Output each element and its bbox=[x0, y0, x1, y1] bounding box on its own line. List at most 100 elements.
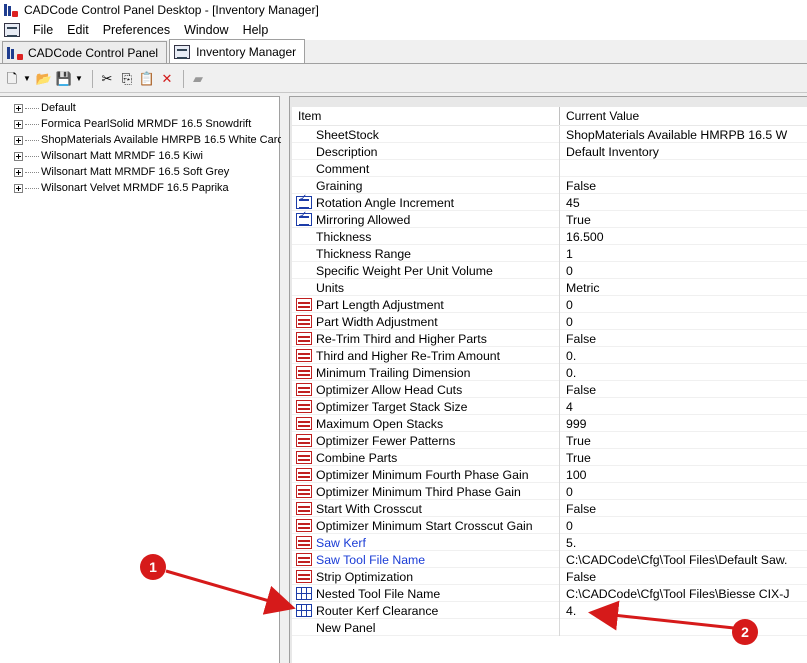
grid-item-cell[interactable]: Minimum Trailing Dimension bbox=[292, 364, 560, 381]
grid-row[interactable]: Saw Tool File Name C:\CADCode\Cfg\Tool Fi… bbox=[292, 551, 807, 568]
grid-row[interactable]: Thickness 16.500 bbox=[292, 228, 807, 245]
grid-value-cell[interactable]: 0 bbox=[560, 296, 807, 313]
grid-value-cell[interactable]: True bbox=[560, 432, 807, 449]
grid-item-cell[interactable]: Start With Crosscut bbox=[292, 500, 560, 517]
delete-icon[interactable]: ✕ bbox=[158, 70, 176, 88]
grid-item-cell[interactable]: Nested Tool File Name bbox=[292, 585, 560, 602]
grid-value-cell[interactable] bbox=[560, 619, 807, 636]
grid-item-cell[interactable]: Optimizer Minimum Third Phase Gain bbox=[292, 483, 560, 500]
grid-value-cell[interactable]: 100 bbox=[560, 466, 807, 483]
grid-value-cell[interactable]: False bbox=[560, 330, 807, 347]
tree-item[interactable]: Wilsonart Matt MRMDF 16.5 Kiwi bbox=[14, 148, 203, 164]
tab-inventory-manager[interactable]: Inventory Manager bbox=[169, 39, 306, 63]
grid-item-cell[interactable]: Optimizer Minimum Fourth Phase Gain bbox=[292, 466, 560, 483]
grid-row[interactable]: Saw Kerf 5. bbox=[292, 534, 807, 551]
menu-help[interactable]: Help bbox=[236, 23, 276, 37]
expand-icon[interactable] bbox=[14, 103, 23, 113]
expand-icon[interactable] bbox=[14, 167, 23, 177]
grid-row[interactable]: Router Kerf Clearance 4. bbox=[292, 602, 807, 619]
grid-value-cell[interactable]: 0 bbox=[560, 483, 807, 500]
grid-item-cell[interactable]: Comment bbox=[292, 160, 560, 177]
grid-row[interactable]: Mirroring Allowed True bbox=[292, 211, 807, 228]
grid-row[interactable]: Units Metric bbox=[292, 279, 807, 296]
grid-value-cell[interactable]: 4 bbox=[560, 398, 807, 415]
grid-value-cell[interactable]: 45 bbox=[560, 194, 807, 211]
grid-row[interactable]: Nested Tool File Name C:\CADCode\Cfg\Tool… bbox=[292, 585, 807, 602]
grid-row[interactable]: Part Length Adjustment 0 bbox=[292, 296, 807, 313]
grid-row[interactable]: Optimizer Minimum Third Phase Gain 0 bbox=[292, 483, 807, 500]
expand-icon[interactable] bbox=[14, 119, 23, 129]
grid-item-cell[interactable]: Description bbox=[292, 143, 560, 160]
properties-icon[interactable]: ▰ bbox=[189, 70, 207, 88]
grid-value-cell[interactable]: 0 bbox=[560, 313, 807, 330]
system-menu-icon[interactable] bbox=[4, 23, 20, 37]
grid-value-cell[interactable]: 4. bbox=[560, 602, 807, 619]
grid-row[interactable]: Optimizer Target Stack Size 4 bbox=[292, 398, 807, 415]
grid-value-cell[interactable]: Default Inventory bbox=[560, 143, 807, 160]
grid-row[interactable]: Optimizer Minimum Fourth Phase Gain 100 bbox=[292, 466, 807, 483]
menu-window[interactable]: Window bbox=[177, 23, 235, 37]
save-icon[interactable]: 💾 bbox=[55, 70, 73, 88]
grid-value-cell[interactable]: 0 bbox=[560, 517, 807, 534]
grid-value-cell[interactable]: 16.500 bbox=[560, 228, 807, 245]
grid-item-cell[interactable]: Saw Tool File Name bbox=[292, 551, 560, 568]
tree-item[interactable]: Formica PearlSolid MRMDF 16.5 Snowdrift bbox=[14, 116, 251, 132]
grid-row[interactable]: Comment bbox=[292, 160, 807, 177]
new-dropdown-arrow[interactable]: ▼ bbox=[23, 74, 31, 83]
grid-value-cell[interactable]: 5. bbox=[560, 534, 807, 551]
grid-item-cell[interactable]: Optimizer Target Stack Size bbox=[292, 398, 560, 415]
grid-row[interactable]: Combine Parts True bbox=[292, 449, 807, 466]
grid-value-cell[interactable]: 0 bbox=[560, 262, 807, 279]
grid-value-cell[interactable]: ShopMaterials Available HMRPB 16.5 W bbox=[560, 126, 807, 143]
grid-item-cell[interactable]: Strip Optimization bbox=[292, 568, 560, 585]
tree-item[interactable]: ShopMaterials Available HMRPB 16.5 White… bbox=[14, 132, 283, 148]
grid-item-cell[interactable]: Mirroring Allowed bbox=[292, 211, 560, 228]
expand-icon[interactable] bbox=[14, 135, 23, 145]
grid-row[interactable]: Start With Crosscut False bbox=[292, 500, 807, 517]
grid-item-cell[interactable]: Maximum Open Stacks bbox=[292, 415, 560, 432]
grid-value-cell[interactable]: 0. bbox=[560, 364, 807, 381]
grid-item-cell[interactable]: Part Length Adjustment bbox=[292, 296, 560, 313]
column-header-current-value[interactable]: Current Value bbox=[560, 107, 807, 125]
grid-value-cell[interactable]: C:\CADCode\Cfg\Tool Files\Biesse CIX-J bbox=[560, 585, 807, 602]
save-dropdown-arrow[interactable]: ▼ bbox=[75, 74, 83, 83]
tab-cadcode-control-panel[interactable]: CADCode Control Panel bbox=[2, 41, 168, 63]
grid-row[interactable]: Part Width Adjustment 0 bbox=[292, 313, 807, 330]
grid-value-cell[interactable]: False bbox=[560, 500, 807, 517]
grid-value-cell[interactable]: True bbox=[560, 211, 807, 228]
grid-item-cell[interactable]: Third and Higher Re-Trim Amount bbox=[292, 347, 560, 364]
grid-item-cell[interactable]: Thickness bbox=[292, 228, 560, 245]
grid-item-cell[interactable]: Units bbox=[292, 279, 560, 296]
grid-item-cell[interactable]: Combine Parts bbox=[292, 449, 560, 466]
grid-item-cell[interactable]: Saw Kerf bbox=[292, 534, 560, 551]
grid-row[interactable]: Optimizer Fewer Patterns True bbox=[292, 432, 807, 449]
grid-row[interactable]: Maximum Open Stacks 999 bbox=[292, 415, 807, 432]
grid-row[interactable]: Specific Weight Per Unit Volume 0 bbox=[292, 262, 807, 279]
menu-preferences[interactable]: Preferences bbox=[96, 23, 177, 37]
grid-value-cell[interactable]: C:\CADCode\Cfg\Tool Files\Default Saw. bbox=[560, 551, 807, 568]
cut-icon[interactable]: ✂ bbox=[98, 70, 116, 88]
grid-row[interactable]: SheetStock ShopMaterials Available HMRPB … bbox=[292, 126, 807, 143]
grid-value-cell[interactable]: False bbox=[560, 177, 807, 194]
grid-item-cell[interactable]: Rotation Angle Increment bbox=[292, 194, 560, 211]
copy-icon[interactable]: ⎘ bbox=[118, 70, 136, 88]
grid-value-cell[interactable]: False bbox=[560, 568, 807, 585]
open-folder-icon[interactable]: 📂 bbox=[35, 70, 53, 88]
grid-item-cell[interactable]: Optimizer Allow Head Cuts bbox=[292, 381, 560, 398]
paste-icon[interactable]: 📋 bbox=[138, 70, 156, 88]
menu-file[interactable]: File bbox=[26, 23, 60, 37]
grid-row[interactable]: Third and Higher Re-Trim Amount 0. bbox=[292, 347, 807, 364]
expand-icon[interactable] bbox=[14, 151, 23, 161]
grid-row[interactable]: Description Default Inventory bbox=[292, 143, 807, 160]
grid-item-cell[interactable]: Part Width Adjustment bbox=[292, 313, 560, 330]
grid-row[interactable]: Thickness Range 1 bbox=[292, 245, 807, 262]
grid-value-cell[interactable]: 1 bbox=[560, 245, 807, 262]
grid-row[interactable]: Rotation Angle Increment 45 bbox=[292, 194, 807, 211]
grid-item-cell[interactable]: SheetStock bbox=[292, 126, 560, 143]
grid-value-cell[interactable]: 0. bbox=[560, 347, 807, 364]
grid-item-cell[interactable]: Thickness Range bbox=[292, 245, 560, 262]
grid-row[interactable]: Re-Trim Third and Higher Parts False bbox=[292, 330, 807, 347]
grid-row[interactable]: Optimizer Minimum Start Crosscut Gain 0 bbox=[292, 517, 807, 534]
grid-item-cell[interactable]: Optimizer Minimum Start Crosscut Gain bbox=[292, 517, 560, 534]
tree-item[interactable]: Wilsonart Velvet MRMDF 16.5 Paprika bbox=[14, 180, 229, 196]
